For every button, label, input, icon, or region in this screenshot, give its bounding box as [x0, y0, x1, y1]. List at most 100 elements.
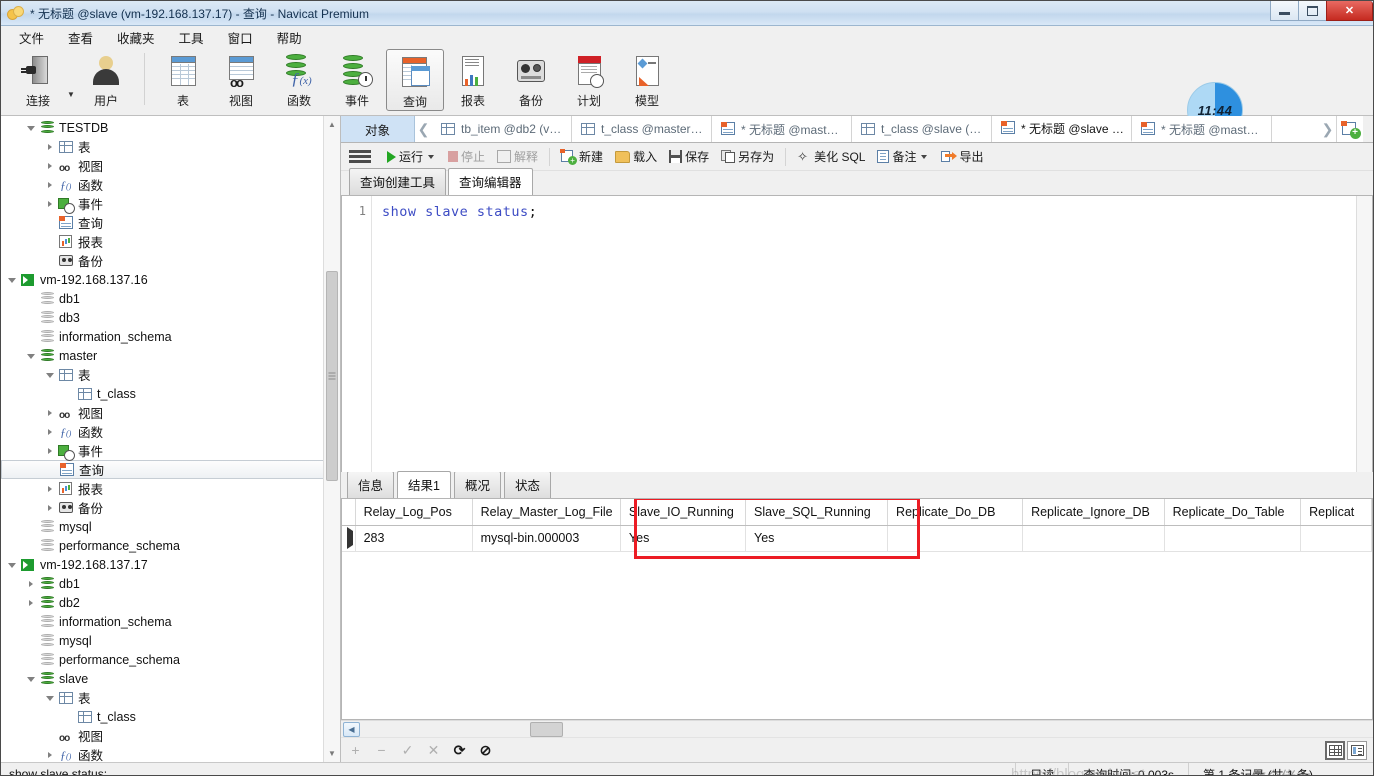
result-grid-container[interactable]: Relay_Log_Pos Relay_Master_Log_File Slave_…	[341, 498, 1373, 720]
menu-item-tools[interactable]: 工具	[167, 25, 216, 50]
column-header[interactable]: Relay_Log_Pos	[355, 499, 473, 526]
document-tab[interactable]: * 无标题 @slave (v...	[992, 116, 1132, 142]
tree-twisty-closed[interactable]	[43, 504, 57, 511]
tab-query-builder[interactable]: 查询创建工具	[349, 168, 447, 195]
tree-node[interactable]: mysql	[1, 517, 340, 536]
new-query-button[interactable]: + 新建	[555, 146, 609, 167]
new-tab-button[interactable]: +	[1336, 116, 1363, 142]
toolbar-view[interactable]: oo 视图	[212, 49, 270, 111]
column-header[interactable]: Replicate_Do_DB	[887, 499, 1024, 526]
tree-node[interactable]: 报表	[1, 232, 340, 251]
tree-node[interactable]: t_class	[1, 707, 340, 726]
table-cell[interactable]: 283	[355, 525, 473, 552]
tree-node[interactable]: ƒ() 函数	[1, 175, 340, 194]
save-button[interactable]: 保存	[663, 146, 715, 167]
tree-node[interactable]: oo 视图	[1, 403, 340, 422]
tree-node[interactable]: t_class	[1, 384, 340, 403]
tree-twisty-closed[interactable]	[43, 162, 57, 169]
tree-node[interactable]: ƒ() 函数	[1, 745, 340, 762]
tree-twisty-closed[interactable]	[43, 751, 57, 758]
toolbar-backup[interactable]: 备份	[502, 49, 560, 111]
tree-node[interactable]: vm-192.168.137.16	[1, 270, 340, 289]
tree-node[interactable]: db1	[1, 574, 340, 593]
table-row[interactable]: 283 mysql-bin.000003 Yes Yes	[342, 525, 1372, 552]
tree-node[interactable]: 表	[1, 137, 340, 156]
tree-node[interactable]: slave	[1, 669, 340, 688]
hscrollbar-thumb[interactable]	[530, 721, 563, 737]
tree-node[interactable]: 表	[1, 365, 340, 384]
tab-query-editor[interactable]: 查询编辑器	[448, 168, 533, 196]
tree-node[interactable]: 事件	[1, 194, 340, 214]
document-tab[interactable]: * 无标题 @master (...	[712, 116, 852, 142]
tab-scroll-prev-icon[interactable]: ❮	[415, 116, 432, 142]
grid-view-button[interactable]	[1325, 740, 1345, 760]
menu-item-window[interactable]: 窗口	[216, 25, 265, 50]
hamburger-icon[interactable]	[349, 150, 371, 163]
tree-node[interactable]: db2	[1, 593, 340, 612]
tree-twisty-closed[interactable]	[43, 485, 57, 492]
run-button[interactable]: 运行	[381, 146, 442, 167]
table-cell[interactable]: Yes	[745, 525, 889, 552]
load-button[interactable]: 载入	[609, 146, 663, 167]
toolbar-event[interactable]: 事件	[328, 49, 386, 111]
sql-editor[interactable]: 1 show slave status;	[341, 195, 1373, 472]
tree-twisty-closed[interactable]	[43, 143, 57, 150]
scroll-left-button[interactable]: ◀	[343, 721, 360, 737]
stop-button[interactable]: 停止	[442, 146, 491, 167]
document-tab[interactable]: t_class @master (v...	[572, 116, 712, 142]
tree-twisty-open[interactable]	[24, 676, 38, 682]
tab-objects[interactable]: 对象	[341, 116, 415, 142]
chevron-down-icon[interactable]	[921, 154, 928, 159]
menu-item-help[interactable]: 帮助	[265, 25, 314, 50]
form-view-button[interactable]	[1347, 740, 1367, 760]
object-tree[interactable]: TESTDB 表 oo 视图 ƒ() 函数 事件 查询 报表 备份 vm-192.168.137.1…	[1, 116, 340, 762]
table-cell[interactable]	[1022, 525, 1165, 552]
tree-node[interactable]: 事件	[1, 441, 340, 461]
toolbar-query[interactable]: 查询	[386, 49, 444, 111]
stop-loading-icon[interactable]: ⊘	[479, 742, 492, 759]
tree-twisty-open[interactable]	[24, 125, 38, 131]
column-header[interactable]: Replicate_Ignore_DB	[1022, 499, 1165, 526]
tree-node[interactable]: db3	[1, 308, 340, 327]
tree-node[interactable]: TESTDB	[1, 118, 340, 137]
tree-twisty-closed[interactable]	[43, 428, 57, 435]
delete-record-icon[interactable]: −	[375, 742, 388, 758]
column-header[interactable]: Relay_Master_Log_File	[472, 499, 621, 526]
table-cell[interactable]	[887, 525, 1024, 552]
editor-vertical-scrollbar[interactable]	[1356, 196, 1372, 472]
minimize-button[interactable]	[1270, 1, 1299, 21]
tree-node[interactable]: performance_schema	[1, 650, 340, 669]
tree-node[interactable]: 备份	[1, 498, 340, 517]
document-tab[interactable]: * 无标题 @master (...	[1132, 116, 1272, 142]
tree-node[interactable]: master	[1, 346, 340, 365]
tree-twisty-open[interactable]	[43, 695, 57, 701]
tab-scroll-next-icon[interactable]: ❯	[1319, 116, 1336, 142]
toolbar-connection[interactable]: 连接	[9, 49, 67, 111]
tree-node[interactable]: information_schema	[1, 612, 340, 631]
tree-node[interactable]: ƒ() 函数	[1, 422, 340, 441]
beautify-sql-button[interactable]: ✧ 美化 SQL	[791, 146, 871, 167]
document-tab[interactable]: t_class @slave (vm-...	[852, 116, 992, 142]
tree-twisty-closed[interactable]	[43, 200, 57, 207]
toolbar-function[interactable]: ƒ(x) 函数	[270, 49, 328, 111]
result-grid[interactable]: Relay_Log_Pos Relay_Master_Log_File Slave_…	[342, 499, 1372, 552]
tree-twisty-open[interactable]	[24, 353, 38, 359]
menu-item-file[interactable]: 文件	[7, 25, 56, 50]
table-cell[interactable]: mysql-bin.000003	[472, 525, 621, 552]
save-as-button[interactable]: 另存为	[715, 146, 780, 167]
restore-button[interactable]	[1298, 1, 1327, 21]
apply-changes-icon[interactable]: ✓	[401, 742, 414, 759]
table-cell[interactable]: Yes	[620, 525, 747, 552]
table-cell[interactable]	[1300, 525, 1372, 552]
toolbar-model[interactable]: 模型	[618, 49, 676, 111]
tree-twisty-closed[interactable]	[24, 580, 38, 587]
refresh-icon[interactable]: ⟳	[453, 742, 466, 759]
tree-node[interactable]: performance_schema	[1, 536, 340, 555]
result-tab[interactable]: 信息	[347, 471, 395, 498]
tree-node[interactable]: 表	[1, 688, 340, 707]
add-record-icon[interactable]: +	[349, 742, 362, 758]
tree-node[interactable]: 备份	[1, 251, 340, 270]
tree-node[interactable]: 查询	[1, 213, 340, 232]
toolbar-schedule[interactable]: 计划	[560, 49, 618, 111]
document-tabs[interactable]: tb_item @db2 (vm-... t_class @master (v..…	[432, 116, 1319, 142]
